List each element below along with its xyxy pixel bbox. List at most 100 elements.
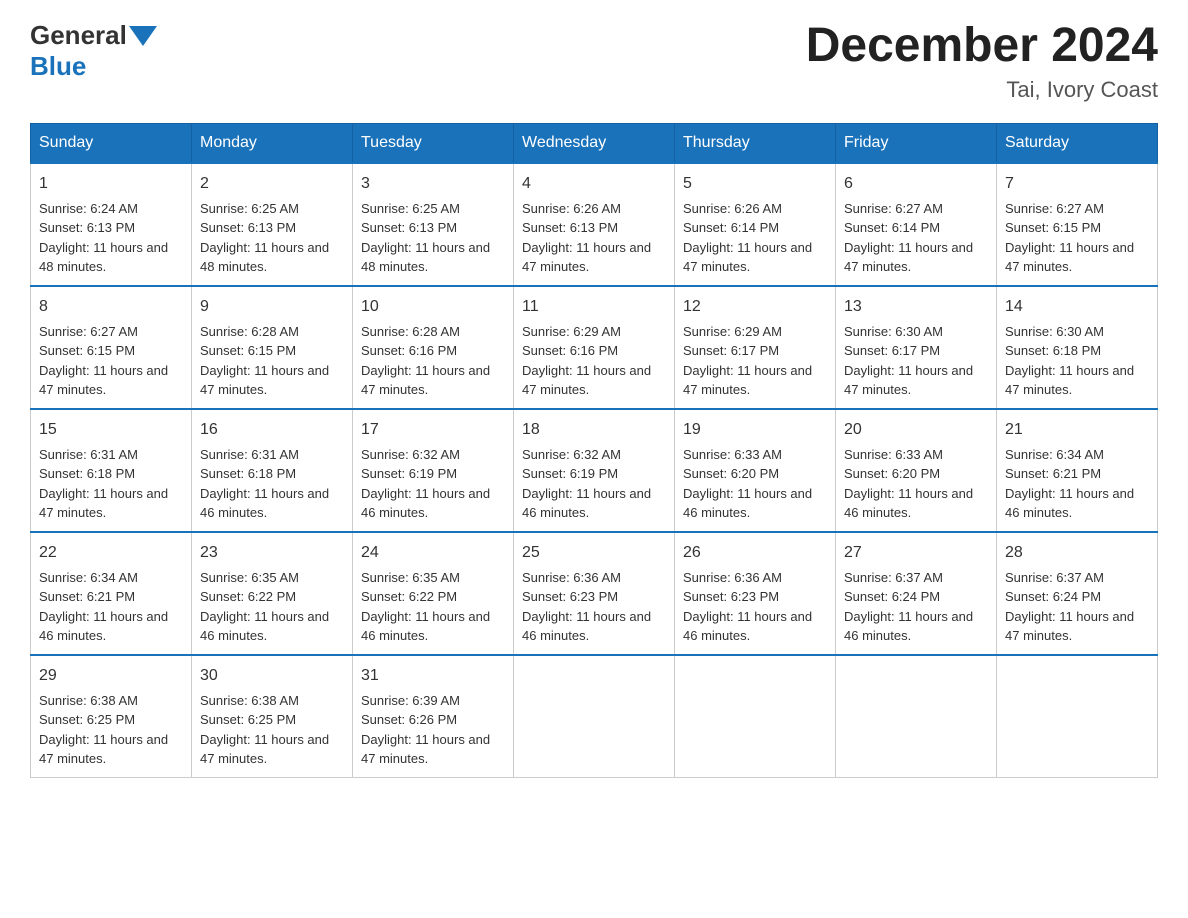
day-number: 21 bbox=[1005, 418, 1149, 442]
sunset-text: Sunset: 6:18 PM bbox=[1005, 343, 1101, 358]
daylight-text: Daylight: 11 hours and 47 minutes. bbox=[39, 486, 168, 521]
daylight-text: Daylight: 11 hours and 46 minutes. bbox=[39, 609, 168, 644]
sunrise-text: Sunrise: 6:26 AM bbox=[522, 201, 621, 216]
day-number: 20 bbox=[844, 418, 988, 442]
day-number: 14 bbox=[1005, 295, 1149, 319]
daylight-text: Daylight: 11 hours and 47 minutes. bbox=[522, 240, 651, 275]
daylight-text: Daylight: 11 hours and 48 minutes. bbox=[200, 240, 329, 275]
day-number: 17 bbox=[361, 418, 505, 442]
sunrise-text: Sunrise: 6:24 AM bbox=[39, 201, 138, 216]
title-area: December 2024 Tai, Ivory Coast bbox=[806, 20, 1158, 103]
month-title: December 2024 bbox=[806, 20, 1158, 73]
day-cell: 15Sunrise: 6:31 AMSunset: 6:18 PMDayligh… bbox=[31, 409, 192, 532]
header-saturday: Saturday bbox=[997, 123, 1158, 163]
day-number: 26 bbox=[683, 541, 827, 565]
sunset-text: Sunset: 6:17 PM bbox=[683, 343, 779, 358]
day-number: 19 bbox=[683, 418, 827, 442]
sunset-text: Sunset: 6:17 PM bbox=[844, 343, 940, 358]
day-number: 16 bbox=[200, 418, 344, 442]
sunrise-text: Sunrise: 6:29 AM bbox=[683, 324, 782, 339]
daylight-text: Daylight: 11 hours and 46 minutes. bbox=[200, 609, 329, 644]
day-cell bbox=[675, 655, 836, 778]
day-cell: 20Sunrise: 6:33 AMSunset: 6:20 PMDayligh… bbox=[836, 409, 997, 532]
sunset-text: Sunset: 6:15 PM bbox=[200, 343, 296, 358]
day-number: 28 bbox=[1005, 541, 1149, 565]
day-cell: 16Sunrise: 6:31 AMSunset: 6:18 PMDayligh… bbox=[192, 409, 353, 532]
day-cell: 9Sunrise: 6:28 AMSunset: 6:15 PMDaylight… bbox=[192, 286, 353, 409]
logo-general-text: General bbox=[30, 20, 127, 51]
week-row-1: 1 Sunrise: 6:24 AM Sunset: 6:13 PM Daylight… bbox=[31, 163, 1158, 286]
daylight-text: Daylight: 11 hours and 46 minutes. bbox=[522, 486, 651, 521]
sunrise-text: Sunrise: 6:29 AM bbox=[522, 324, 621, 339]
daylight-text: Daylight: 11 hours and 46 minutes. bbox=[1005, 486, 1134, 521]
day-cell: 24Sunrise: 6:35 AMSunset: 6:22 PMDayligh… bbox=[353, 532, 514, 655]
sunset-text: Sunset: 6:23 PM bbox=[683, 589, 779, 604]
sunrise-text: Sunrise: 6:37 AM bbox=[844, 570, 943, 585]
logo-blue-text: Blue bbox=[30, 51, 86, 81]
header-sunday: Sunday bbox=[31, 123, 192, 163]
sunset-text: Sunset: 6:19 PM bbox=[522, 466, 618, 481]
day-cell: 17Sunrise: 6:32 AMSunset: 6:19 PMDayligh… bbox=[353, 409, 514, 532]
sunset-text: Sunset: 6:23 PM bbox=[522, 589, 618, 604]
day-cell: 8Sunrise: 6:27 AMSunset: 6:15 PMDaylight… bbox=[31, 286, 192, 409]
day-number: 2 bbox=[200, 172, 344, 196]
day-number: 25 bbox=[522, 541, 666, 565]
logo-arrow-icon bbox=[129, 26, 157, 48]
day-number: 9 bbox=[200, 295, 344, 319]
day-number: 31 bbox=[361, 664, 505, 688]
day-number: 6 bbox=[844, 172, 988, 196]
daylight-text: Daylight: 11 hours and 46 minutes. bbox=[522, 609, 651, 644]
week-row-5: 29Sunrise: 6:38 AMSunset: 6:25 PMDayligh… bbox=[31, 655, 1158, 778]
sunset-text: Sunset: 6:24 PM bbox=[1005, 589, 1101, 604]
day-cell: 1Sunrise: 6:24 AMSunset: 6:13 PMDaylight… bbox=[31, 163, 192, 286]
sunrise-text: Sunrise: 6:33 AM bbox=[844, 447, 943, 462]
day-cell: 30Sunrise: 6:38 AMSunset: 6:25 PMDayligh… bbox=[192, 655, 353, 778]
sunset-text: Sunset: 6:25 PM bbox=[39, 712, 135, 727]
sunrise-text: Sunrise: 6:39 AM bbox=[361, 693, 460, 708]
sunset-text: Sunset: 6:13 PM bbox=[200, 220, 296, 235]
daylight-text: Daylight: 11 hours and 47 minutes. bbox=[39, 363, 168, 398]
day-cell: 27Sunrise: 6:37 AMSunset: 6:24 PMDayligh… bbox=[836, 532, 997, 655]
daylight-text: Daylight: 11 hours and 47 minutes. bbox=[522, 363, 651, 398]
day-cell: 19Sunrise: 6:33 AMSunset: 6:20 PMDayligh… bbox=[675, 409, 836, 532]
sunrise-text: Sunrise: 6:35 AM bbox=[361, 570, 460, 585]
daylight-text: Daylight: 11 hours and 48 minutes. bbox=[39, 240, 168, 275]
sunrise-text: Sunrise: 6:27 AM bbox=[39, 324, 138, 339]
sunrise-text: Sunrise: 6:32 AM bbox=[522, 447, 621, 462]
header-tuesday: Tuesday bbox=[353, 123, 514, 163]
day-cell: 18Sunrise: 6:32 AMSunset: 6:19 PMDayligh… bbox=[514, 409, 675, 532]
daylight-text: Daylight: 11 hours and 47 minutes. bbox=[683, 363, 812, 398]
day-number: 11 bbox=[522, 295, 666, 319]
sunrise-text: Sunrise: 6:36 AM bbox=[522, 570, 621, 585]
sunrise-text: Sunrise: 6:34 AM bbox=[39, 570, 138, 585]
page-header: General Blue December 2024 Tai, Ivory Co… bbox=[30, 20, 1158, 103]
sunrise-text: Sunrise: 6:32 AM bbox=[361, 447, 460, 462]
sunrise-text: Sunrise: 6:25 AM bbox=[200, 201, 299, 216]
sunset-text: Sunset: 6:26 PM bbox=[361, 712, 457, 727]
day-number: 23 bbox=[200, 541, 344, 565]
day-cell: 6Sunrise: 6:27 AMSunset: 6:14 PMDaylight… bbox=[836, 163, 997, 286]
sunset-text: Sunset: 6:18 PM bbox=[200, 466, 296, 481]
day-cell: 31Sunrise: 6:39 AMSunset: 6:26 PMDayligh… bbox=[353, 655, 514, 778]
sunrise-text: Sunrise: 6:31 AM bbox=[200, 447, 299, 462]
day-number: 1 bbox=[39, 172, 183, 196]
calendar-table: SundayMondayTuesdayWednesdayThursdayFrid… bbox=[30, 123, 1158, 778]
sunset-text: Sunset: 6:16 PM bbox=[522, 343, 618, 358]
sunset-text: Sunset: 6:22 PM bbox=[200, 589, 296, 604]
week-row-3: 15 Sunrise: 6:31 AM Sunset: 6:18 PM Dayligh… bbox=[31, 409, 1158, 532]
calendar-header-row: SundayMondayTuesdayWednesdayThursdayFrid… bbox=[31, 123, 1158, 163]
day-cell: 7Sunrise: 6:27 AMSunset: 6:15 PMDaylight… bbox=[997, 163, 1158, 286]
day-number: 22 bbox=[39, 541, 183, 565]
sunset-text: Sunset: 6:16 PM bbox=[361, 343, 457, 358]
day-cell: 21Sunrise: 6:34 AMSunset: 6:21 PMDayligh… bbox=[997, 409, 1158, 532]
day-number: 8 bbox=[39, 295, 183, 319]
day-cell: 23Sunrise: 6:35 AMSunset: 6:22 PMDayligh… bbox=[192, 532, 353, 655]
day-cell: 2 Sunrise: 6:25 AM Sunset: 6:13 PM Daylight… bbox=[192, 163, 353, 286]
daylight-text: Daylight: 11 hours and 46 minutes. bbox=[683, 486, 812, 521]
day-number: 15 bbox=[39, 418, 183, 442]
daylight-text: Daylight: 11 hours and 46 minutes. bbox=[844, 609, 973, 644]
sunrise-text: Sunrise: 6:37 AM bbox=[1005, 570, 1104, 585]
day-cell: 3Sunrise: 6:25 AMSunset: 6:13 PMDaylight… bbox=[353, 163, 514, 286]
header-friday: Friday bbox=[836, 123, 997, 163]
daylight-text: Daylight: 11 hours and 46 minutes. bbox=[361, 486, 490, 521]
